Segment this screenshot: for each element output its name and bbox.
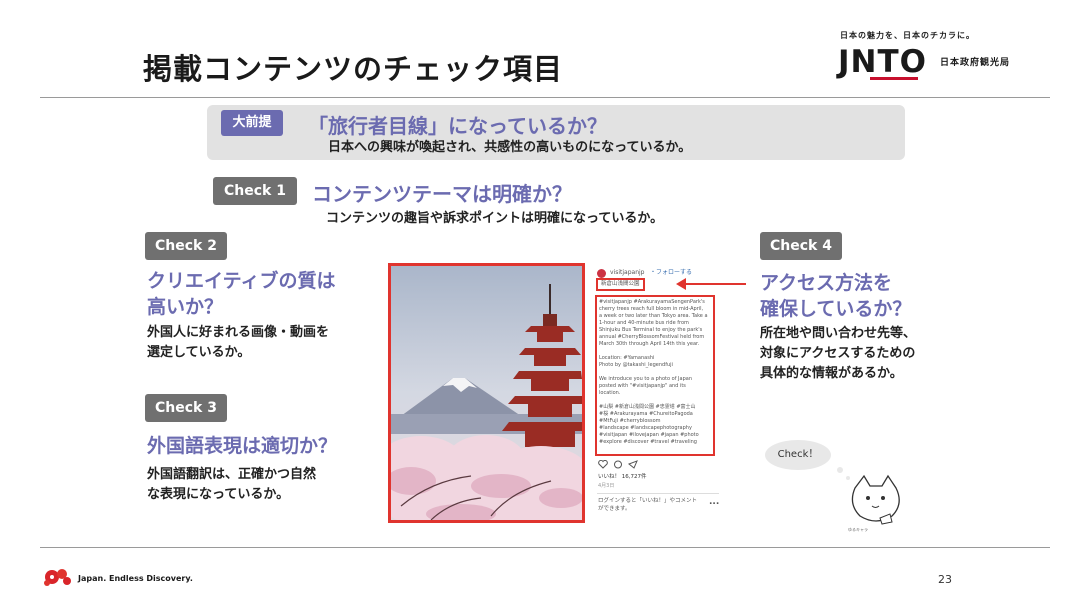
- instagram-date: 4月3日: [598, 483, 615, 489]
- check1-heading: コンテンツテーマは明確か？: [312, 182, 572, 206]
- instagram-caption-line: #山梨 #新倉山浅間公園 #忠霊塔 #富士山: [599, 404, 696, 410]
- instagram-divider: [597, 493, 719, 494]
- page-title: 掲載コンテンツのチェック項目: [143, 52, 564, 86]
- comment-icon[interactable]: [613, 460, 623, 469]
- check4-heading-line2: 確保しているか？: [760, 298, 912, 320]
- instagram-caption-line: cherry trees reach full bloom in mid-Apr…: [599, 306, 704, 312]
- check4-description-line3: 具体的な情報があるか。: [760, 366, 903, 381]
- check3-badge: Check 3: [145, 394, 227, 422]
- instagram-caption-line: #MtFuji #cherryblossom: [599, 418, 661, 424]
- header-divider: [40, 97, 1050, 98]
- check3-description-line1: 外国語翻訳は、正確かつ自然: [147, 467, 317, 482]
- instagram-likes: いいね！ 16,727件: [598, 474, 647, 480]
- check2-description-line2: 選定しているか。: [147, 345, 251, 360]
- premise-description: 日本への興味が喚起され、共感性の高いものになっているか。: [328, 140, 692, 155]
- footer-divider: [40, 547, 1050, 548]
- instagram-avatar: [597, 269, 606, 278]
- check4-badge: Check 4: [760, 232, 842, 260]
- instagram-location[interactable]: 新倉山浅間公園: [596, 278, 645, 291]
- instagram-caption-line: annual #CherryBlossomFestival held from: [599, 334, 705, 340]
- instagram-caption-line: 1-hour and 40-minute bus ride from: [599, 320, 689, 326]
- instagram-caption-line: #visitjapan #ilovejapan #japan #photo: [599, 432, 699, 438]
- cherry-blossom-logo-icon: [44, 569, 71, 586]
- instagram-caption-line: Photo by @takashi_legendfuji: [599, 362, 673, 368]
- jnto-tagline: 日本の魅力を、日本のチカラに。: [840, 31, 975, 40]
- check3-description-line2: な表現になっているか。: [147, 487, 290, 502]
- pagoda-photo: [388, 263, 585, 523]
- page-number: 23: [938, 573, 952, 586]
- check4-heading-line1: アクセス方法を: [760, 272, 893, 294]
- check2-badge: Check 2: [145, 232, 227, 260]
- instagram-caption-line: [599, 397, 711, 404]
- instagram-caption-line: #桜 #Arakurayama #ChureitoPagoda: [599, 411, 693, 417]
- premise-badge: 大前提: [221, 110, 283, 136]
- check2-heading-line2: 高いか？: [147, 296, 224, 318]
- instagram-caption-line: posted with "#visitjapanjp" and its: [599, 383, 686, 389]
- instagram-caption-line: #visitjapanjp #ArakurayamaSengenPark's: [599, 299, 705, 305]
- jnto-logo-text: JNTO: [838, 44, 927, 80]
- check2-heading-line1: クリエイティブの質は: [147, 270, 336, 292]
- mascot-illustration: [837, 467, 900, 525]
- instagram-caption-line: Shinjuku Bus Terminal to enjoy the park'…: [599, 327, 703, 333]
- heart-icon[interactable]: [598, 460, 608, 469]
- check1-badge: Check 1: [213, 177, 297, 205]
- instagram-caption-line: a week or two later than Tokyo area. Tak…: [599, 313, 708, 319]
- check4-description-line1: 所在地や問い合わせ先等、: [760, 326, 917, 341]
- instagram-post: visitjapanjp ・フォローする 新倉山浅間公園 #visitjapan…: [595, 265, 725, 520]
- jnto-org-name: 日本政府観光局: [940, 58, 1011, 68]
- instagram-caption-line: #landscape #landscapephotography: [599, 425, 692, 431]
- check1-description: コンテンツの趣旨や訴求ポイントは明確になっているか。: [326, 211, 664, 226]
- instagram-more-icon[interactable]: ...: [709, 497, 719, 507]
- instagram-caption-line: #explore #discover #travel #traveling: [599, 439, 697, 445]
- footer-slogan: Japan. Endless Discovery.: [78, 574, 193, 583]
- premise-heading: 「旅行者目線」になっているか？: [308, 114, 607, 138]
- jnto-logo-underline: [870, 77, 918, 80]
- instagram-follow[interactable]: ・フォローする: [650, 269, 692, 276]
- instagram-caption-box: #visitjapanjp #ArakurayamaSengenPark's ch…: [595, 295, 715, 456]
- instagram-caption: #visitjapanjp #ArakurayamaSengenPark's ch…: [599, 299, 711, 446]
- instagram-caption-line: location.: [599, 390, 621, 396]
- instagram-login-prompt-line2[interactable]: ができます。: [598, 506, 630, 513]
- jnto-logo: JNTO: [838, 44, 927, 80]
- instagram-caption-line: [599, 369, 711, 376]
- check3-heading: 外国語表現は適切か？: [147, 435, 338, 457]
- instagram-account: visitjapanjp: [610, 269, 645, 276]
- instagram-caption-line: We introduce you to a photo of Japan: [599, 376, 693, 382]
- speech-bubble-text: Check！: [777, 449, 819, 460]
- share-icon[interactable]: [628, 460, 638, 469]
- check2-description-line1: 外国人に好まれる画像・動画を: [147, 325, 330, 340]
- pagoda-illustration: [391, 266, 582, 520]
- instagram-caption-line: March 30th through April 14th this year.: [599, 341, 700, 347]
- check4-description-line2: 対象にアクセスするための: [760, 346, 916, 361]
- mascot-caption: ゆるキャラ: [848, 527, 868, 532]
- instagram-login-prompt-line1[interactable]: ログインすると「いいね！」やコメント: [598, 498, 697, 505]
- instagram-caption-line: Location: #Yamanashi: [599, 355, 655, 361]
- instagram-caption-line: [599, 348, 711, 355]
